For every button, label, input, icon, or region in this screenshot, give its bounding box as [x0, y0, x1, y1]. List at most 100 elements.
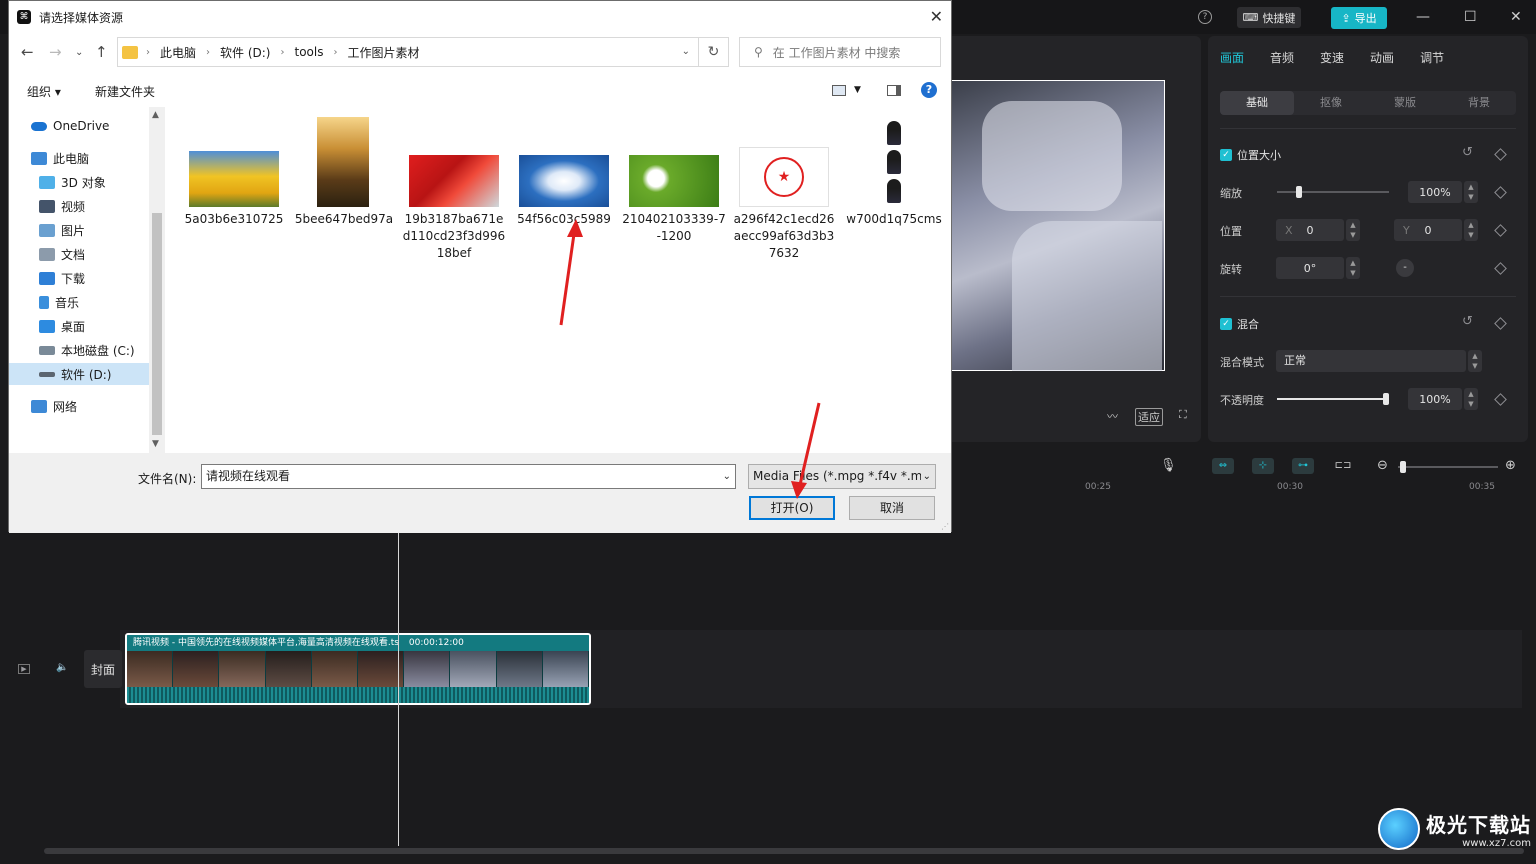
- cover-button[interactable]: 封面: [84, 650, 122, 688]
- track-video-icon[interactable]: ▶: [18, 664, 30, 674]
- blend-mode-select[interactable]: 正常: [1276, 350, 1466, 372]
- chevron-down-icon[interactable]: ⌄: [723, 465, 731, 488]
- thumbnail-image[interactable]: [629, 155, 719, 207]
- microphone-icon[interactable]: 🎙: [1160, 458, 1177, 473]
- help-icon[interactable]: ?: [1198, 10, 1212, 24]
- subtab-cutout[interactable]: 抠像: [1294, 91, 1368, 115]
- new-folder-button[interactable]: 新建文件夹: [95, 83, 155, 100]
- chevron-right-icon[interactable]: ›: [206, 47, 210, 58]
- scale-input[interactable]: 100%: [1408, 181, 1462, 203]
- reset-icon[interactable]: ↺: [1462, 145, 1473, 160]
- filetype-select[interactable]: Media Files (*.mpg *.f4v *.mc ⌄: [748, 464, 936, 489]
- position-y-input[interactable]: Y0: [1394, 219, 1462, 241]
- forward-arrow-icon[interactable]: →: [49, 43, 62, 61]
- tab-speed[interactable]: 变速: [1320, 49, 1344, 66]
- file-item[interactable]: 5bee647bed97a: [291, 211, 397, 228]
- checkbox-position-size[interactable]: ✓: [1220, 149, 1232, 161]
- opacity-input[interactable]: 100%: [1408, 388, 1462, 410]
- breadcrumb-item[interactable]: 工作图片素材: [347, 44, 419, 61]
- chevron-right-icon[interactable]: ›: [146, 47, 150, 58]
- file-item[interactable]: w700d1q75cms: [841, 211, 947, 228]
- checkbox-blend[interactable]: ✓: [1220, 318, 1232, 330]
- up-arrow-icon[interactable]: ↑: [95, 43, 108, 61]
- breadcrumb-item[interactable]: 软件 (D:): [220, 44, 270, 61]
- chevron-down-icon[interactable]: ▼: [854, 85, 861, 95]
- view-options-icon[interactable]: [832, 85, 846, 96]
- nav-item-documents[interactable]: 文档: [9, 243, 149, 265]
- timeline-ruler[interactable]: 00:25 00:30 00:35: [951, 482, 1536, 494]
- nav-item-onedrive[interactable]: OneDrive: [9, 115, 149, 137]
- thumbnail-image[interactable]: [881, 117, 907, 207]
- zoom-out-icon[interactable]: ⊖: [1377, 458, 1388, 473]
- nav-item-3d-objects[interactable]: 3D 对象: [9, 171, 149, 193]
- opacity-slider-knob[interactable]: [1383, 393, 1389, 405]
- position-x-stepper[interactable]: ▲ ▼: [1346, 219, 1360, 241]
- help-icon[interactable]: ?: [921, 82, 937, 98]
- scrollbar-thumb[interactable]: [152, 213, 162, 435]
- timeline-zoom-knob[interactable]: [1400, 461, 1406, 473]
- scroll-up-icon[interactable]: ▲: [152, 110, 159, 120]
- thumbnail-image[interactable]: ★: [739, 147, 829, 207]
- chevron-down-icon[interactable]: ⌄: [682, 46, 690, 57]
- file-item[interactable]: 19b3187ba671ed110cd23f3d99618bef: [401, 211, 507, 262]
- nav-item-drive-c[interactable]: 本地磁盘 (C:): [9, 339, 149, 361]
- refresh-button[interactable]: ↻: [699, 37, 729, 67]
- position-x-input[interactable]: X0: [1276, 219, 1344, 241]
- video-clip[interactable]: 腾讯视频 - 中国领先的在线视频媒体平台,海量高清视频在线观看.ts 00:00:…: [125, 633, 591, 705]
- breadcrumb-item[interactable]: 此电脑: [160, 44, 196, 61]
- split-icon[interactable]: ⊏⊐: [1332, 458, 1354, 474]
- rotate-stepper[interactable]: ▲ ▼: [1346, 257, 1360, 279]
- magnet-icon[interactable]: ⇔: [1212, 458, 1234, 474]
- dialog-close-icon[interactable]: ✕: [930, 7, 943, 26]
- reset-icon[interactable]: ↺: [1462, 314, 1473, 329]
- tab-animation[interactable]: 动画: [1370, 49, 1394, 66]
- opacity-slider[interactable]: [1277, 393, 1389, 405]
- address-bar[interactable]: › 此电脑 › 软件 (D:) › tools › 工作图片素材 ⌄: [117, 37, 699, 67]
- file-item[interactable]: 210402103339-7-1200: [621, 211, 727, 245]
- subtab-mask[interactable]: 蒙版: [1368, 91, 1442, 115]
- track-audio-icon[interactable]: 🔈: [56, 662, 68, 673]
- nav-item-videos[interactable]: 视频: [9, 195, 149, 217]
- subtab-background[interactable]: 背景: [1442, 91, 1516, 115]
- shortcut-button[interactable]: ⌨ 快捷键: [1237, 7, 1301, 28]
- scale-stepper[interactable]: ▲ ▼: [1464, 181, 1478, 203]
- organize-button[interactable]: 组织 ▾: [27, 83, 61, 100]
- export-button[interactable]: ⇪ 导出: [1331, 7, 1387, 29]
- chevron-down-icon[interactable]: ⌄: [920, 465, 931, 488]
- nav-item-downloads[interactable]: 下载: [9, 267, 149, 289]
- breadcrumb-item[interactable]: tools: [294, 45, 323, 59]
- rotate-dial-icon[interactable]: -: [1396, 259, 1414, 277]
- nav-item-desktop[interactable]: 桌面: [9, 315, 149, 337]
- chevron-right-icon[interactable]: ›: [333, 47, 337, 58]
- position-y-stepper[interactable]: ▲ ▼: [1464, 219, 1478, 241]
- scale-slider-knob[interactable]: [1296, 186, 1303, 198]
- maximize-icon[interactable]: ☐: [1464, 9, 1477, 25]
- file-item[interactable]: 5a03b6e310725: [181, 211, 287, 228]
- tab-picture[interactable]: 画面: [1220, 49, 1244, 66]
- nav-item-network[interactable]: 网络: [9, 395, 149, 417]
- blend-mode-stepper[interactable]: ▲ ▼: [1468, 350, 1482, 372]
- thumbnail-image[interactable]: [317, 117, 369, 207]
- subtab-basic[interactable]: 基础: [1220, 91, 1294, 115]
- snap-icon[interactable]: ⊹: [1252, 458, 1274, 474]
- scale-slider[interactable]: [1277, 186, 1389, 198]
- recent-dropdown-icon[interactable]: ⌄: [75, 47, 83, 58]
- filename-input[interactable]: 请视频在线观看 ⌄: [201, 464, 736, 489]
- link-icon[interactable]: ⊶: [1292, 458, 1314, 474]
- nav-item-this-pc[interactable]: 此电脑: [9, 147, 149, 169]
- search-input[interactable]: ⚲ 在 工作图片素材 中搜索: [739, 37, 941, 67]
- scroll-down-icon[interactable]: ▼: [152, 439, 159, 449]
- chevron-right-icon[interactable]: ›: [280, 47, 284, 58]
- nav-scrollbar[interactable]: ▲ ▼: [149, 107, 165, 453]
- thumbnail-image[interactable]: [519, 155, 609, 207]
- timeline-scrollbar[interactable]: [44, 848, 1524, 854]
- tab-adjust[interactable]: 调节: [1420, 49, 1444, 66]
- close-window-icon[interactable]: ✕: [1510, 9, 1522, 25]
- timeline-zoom-slider[interactable]: [1398, 461, 1498, 473]
- fit-button[interactable]: 适应: [1135, 408, 1163, 426]
- nav-item-music[interactable]: 音乐: [9, 291, 149, 313]
- cancel-button[interactable]: 取消: [849, 496, 935, 520]
- playhead[interactable]: [398, 530, 399, 846]
- thumbnail-image[interactable]: [189, 151, 279, 207]
- fullscreen-icon[interactable]: ⛶: [1179, 408, 1187, 422]
